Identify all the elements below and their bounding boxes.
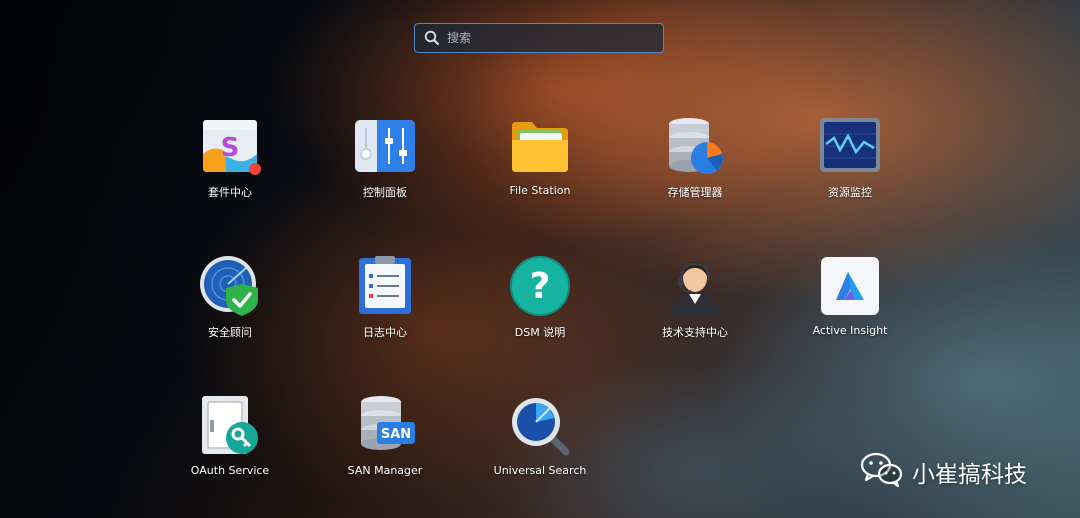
app-launcher-grid: S 套件中心 控制面板 File Station 存储管理器 资源监控 安全顾问… bbox=[0, 0, 1080, 518]
app-label: DSM 说明 bbox=[514, 326, 566, 339]
app-label: 存储管理器 bbox=[667, 186, 723, 199]
app-label: SAN Manager bbox=[347, 464, 423, 477]
app-label: 日志中心 bbox=[363, 326, 407, 339]
app-label: 套件中心 bbox=[208, 186, 252, 199]
universal-search-icon bbox=[508, 394, 572, 458]
app-active-insight[interactable]: Active Insight bbox=[790, 254, 910, 354]
app-label: 资源监控 bbox=[828, 186, 872, 199]
app-package-center[interactable]: S 套件中心 bbox=[170, 114, 290, 214]
app-log-center[interactable]: 日志中心 bbox=[325, 254, 445, 354]
storage-manager-icon bbox=[663, 114, 727, 178]
svg-text:?: ? bbox=[530, 266, 551, 307]
app-dsm-help[interactable]: ? DSM 说明 bbox=[480, 254, 600, 354]
svg-text:SAN: SAN bbox=[381, 427, 411, 442]
active-insight-icon bbox=[818, 254, 882, 318]
app-label: 技术支持中心 bbox=[662, 326, 728, 339]
app-control-panel[interactable]: 控制面板 bbox=[325, 114, 445, 214]
watermark: 小崔搞科技 bbox=[860, 450, 1027, 493]
folder-icon bbox=[508, 114, 572, 178]
wechat-icon bbox=[860, 450, 904, 493]
app-resource-monitor[interactable]: 资源监控 bbox=[790, 114, 910, 214]
app-security-advisor[interactable]: 安全顾问 bbox=[170, 254, 290, 354]
log-center-icon bbox=[353, 254, 417, 318]
app-label: File Station bbox=[509, 184, 571, 197]
app-file-station[interactable]: File Station bbox=[480, 114, 600, 214]
app-label: Active Insight bbox=[812, 324, 888, 337]
app-san-manager[interactable]: SAN SAN Manager bbox=[325, 394, 445, 494]
control-panel-icon bbox=[353, 114, 417, 178]
package-center-icon: S bbox=[198, 114, 262, 178]
san-manager-icon: SAN bbox=[353, 394, 417, 458]
oauth-service-icon bbox=[198, 394, 262, 458]
app-label: OAuth Service bbox=[190, 464, 270, 477]
svg-text:S: S bbox=[221, 133, 240, 163]
app-label: 控制面板 bbox=[363, 186, 407, 199]
app-label: 安全顾问 bbox=[208, 326, 252, 339]
security-advisor-icon bbox=[198, 254, 262, 318]
resource-monitor-icon bbox=[818, 114, 882, 178]
app-storage-manager[interactable]: 存储管理器 bbox=[635, 114, 755, 214]
app-universal-search[interactable]: Universal Search bbox=[480, 394, 600, 494]
watermark-text: 小崔搞科技 bbox=[912, 461, 1027, 488]
app-oauth-service[interactable]: OAuth Service bbox=[170, 394, 290, 494]
app-label: Universal Search bbox=[493, 464, 587, 477]
app-support-center[interactable]: 技术支持中心 bbox=[635, 254, 755, 354]
help-icon: ? bbox=[508, 254, 572, 318]
support-center-icon bbox=[663, 254, 727, 318]
